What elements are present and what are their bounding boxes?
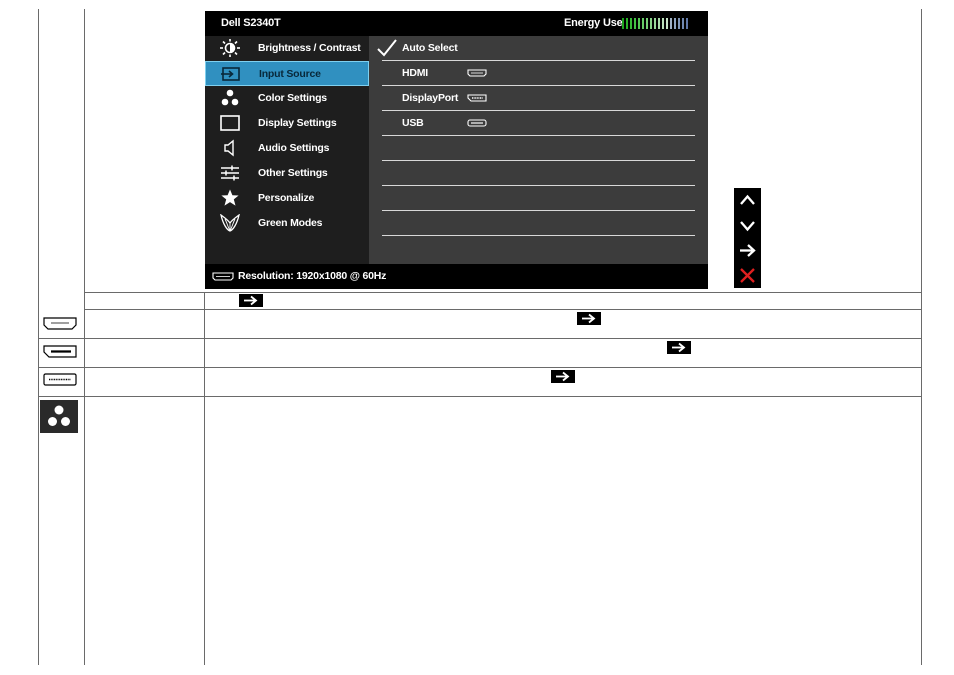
color-settings-tile — [40, 400, 78, 433]
up-arrow-icon — [740, 194, 755, 205]
close-x-icon — [740, 268, 755, 283]
right-arrow-icon — [244, 295, 258, 306]
menu-item-audio-settings[interactable]: Audio Settings — [205, 136, 369, 161]
menu-item-display-settings[interactable]: Display Settings — [205, 111, 369, 136]
submenu-item-displayport[interactable]: DisplayPort — [382, 86, 695, 111]
submenu-item-label: USB — [402, 117, 424, 129]
enter-arrow-badge — [239, 294, 263, 307]
row-divider — [38, 367, 922, 368]
color-settings-icon — [48, 405, 70, 426]
energy-use-label: Energy Use — [564, 17, 623, 29]
energy-bar-segment — [650, 18, 652, 29]
menu-item-green-modes[interactable]: Green Modes — [205, 211, 369, 236]
usb-port-icon — [467, 119, 487, 127]
energy-bar-segment — [654, 18, 656, 29]
right-arrow-icon — [556, 371, 570, 382]
submenu-item-hdmi[interactable]: HDMI — [382, 61, 695, 86]
down-button[interactable] — [734, 213, 761, 238]
menu-item-label: Input Source — [259, 68, 321, 80]
menu-item-input-source[interactable]: Input Source — [205, 61, 369, 86]
display-settings-icon — [220, 115, 240, 131]
submenu-item-label: HDMI — [402, 67, 429, 79]
table-border-right — [921, 9, 922, 665]
submenu-item-auto-select[interactable]: Auto Select — [377, 36, 695, 61]
menu-item-label: Green Modes — [258, 217, 323, 229]
displayport-icon — [467, 94, 487, 102]
menu-item-label: Color Settings — [258, 92, 327, 104]
submenu-item-label: Auto Select — [402, 42, 458, 54]
star-icon — [221, 189, 239, 206]
down-arrow-icon — [740, 221, 755, 232]
hdmi-port-icon — [467, 69, 487, 77]
row-divider — [38, 396, 922, 397]
osd-model-title: Dell S2340T — [221, 17, 281, 29]
brightness-icon — [220, 39, 240, 57]
displayport-icon — [43, 345, 77, 358]
energy-bar-segment — [666, 18, 668, 29]
enter-arrow-badge — [577, 312, 601, 325]
energy-bar-segment — [662, 18, 664, 29]
menu-item-label: Audio Settings — [258, 142, 330, 154]
resolution-readout: Resolution: 1920x1080 @ 60Hz — [238, 270, 387, 282]
table-divider-2 — [204, 292, 205, 665]
row-divider — [84, 292, 922, 293]
other-settings-icon — [221, 165, 239, 181]
energy-bar-segment — [626, 18, 628, 29]
submenu-empty-row — [382, 186, 695, 211]
row-divider — [84, 309, 922, 310]
hdmi-port-icon — [212, 272, 234, 281]
menu-item-label: Display Settings — [258, 117, 337, 129]
submenu-item-usb[interactable]: USB — [382, 111, 695, 136]
menu-item-color-settings[interactable]: Color Settings — [205, 86, 369, 111]
right-arrow-icon — [582, 313, 596, 324]
enter-arrow-badge — [551, 370, 575, 383]
submenu-empty-row — [382, 211, 695, 236]
menu-item-label: Personalize — [258, 192, 315, 204]
input-source-icon — [221, 67, 240, 81]
checkmark-icon — [377, 39, 397, 57]
energy-bar-segment — [686, 18, 688, 29]
energy-bar-segment — [682, 18, 684, 29]
hdmi-port-icon — [43, 317, 77, 330]
exit-button[interactable] — [734, 263, 761, 288]
osd-footer: Resolution: 1920x1080 @ 60Hz — [205, 264, 708, 289]
row-divider — [38, 338, 922, 339]
energy-bar-segment — [630, 18, 632, 29]
energy-bar-segment — [646, 18, 648, 29]
right-arrow-icon — [740, 244, 756, 257]
enter-arrow-badge — [667, 341, 691, 354]
osd-screen: Dell S2340T Energy Use Brightness / Cont… — [205, 11, 708, 289]
right-arrow-icon — [672, 342, 686, 353]
menu-item-personalize[interactable]: Personalize — [205, 186, 369, 211]
osd-submenu: Auto Select HDMI DisplayPort USB — [369, 36, 708, 264]
enter-button[interactable] — [734, 238, 761, 263]
energy-bar-segment — [642, 18, 644, 29]
submenu-item-label: DisplayPort — [402, 92, 459, 104]
color-settings-icon — [221, 89, 239, 106]
menu-item-brightness-contrast[interactable]: Brightness / Contrast — [205, 36, 369, 61]
speaker-icon — [224, 139, 234, 157]
osd-header: Dell S2340T Energy Use — [205, 11, 708, 36]
energy-bar-segment — [658, 18, 660, 29]
leaf-icon — [220, 214, 240, 232]
energy-meter — [622, 18, 688, 29]
table-divider-1 — [84, 9, 85, 665]
menu-item-other-settings[interactable]: Other Settings — [205, 161, 369, 186]
energy-bar-segment — [638, 18, 640, 29]
energy-bar-segment — [622, 18, 624, 29]
menu-item-label: Brightness / Contrast — [258, 42, 361, 54]
submenu-empty-row — [382, 161, 695, 186]
energy-bar-segment — [670, 18, 672, 29]
energy-bar-segment — [674, 18, 676, 29]
energy-bar-segment — [678, 18, 680, 29]
menu-item-label: Other Settings — [258, 167, 328, 179]
table-border-left — [38, 9, 39, 665]
osd-main-menu: Brightness / Contrast Input Source Color… — [205, 36, 369, 264]
energy-bar-segment — [634, 18, 636, 29]
usb-port-icon — [43, 373, 77, 386]
submenu-empty-row — [382, 136, 695, 161]
up-button[interactable] — [734, 188, 761, 213]
